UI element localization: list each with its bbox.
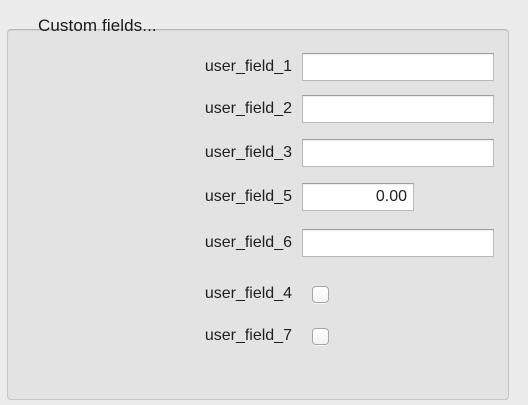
user-field-2-input[interactable] (302, 95, 494, 123)
field-row-user-field-7: user_field_7 (0, 322, 528, 352)
field-row-user-field-5: user_field_5 (0, 183, 528, 213)
field-label: user_field_2 (204, 100, 292, 117)
custom-fields-panel: Custom fields... user_field_1 user_field… (0, 0, 528, 405)
field-row-user-field-3: user_field_3 (0, 139, 528, 169)
field-label: user_field_5 (204, 188, 292, 205)
field-row-user-field-4: user_field_4 (0, 280, 528, 310)
user-field-6-input[interactable] (302, 229, 494, 257)
field-label: user_field_1 (204, 58, 292, 75)
user-field-5-number-input[interactable] (302, 183, 414, 211)
field-label: user_field_6 (204, 234, 292, 251)
field-label: user_field_7 (204, 327, 292, 344)
field-label: user_field_4 (204, 285, 292, 302)
user-field-7-checkbox[interactable] (312, 328, 329, 345)
user-field-3-input[interactable] (302, 139, 494, 167)
group-title: Custom fields... (38, 16, 157, 35)
user-field-4-checkbox[interactable] (312, 286, 329, 303)
field-row-user-field-6: user_field_6 (0, 229, 528, 259)
field-label: user_field_3 (204, 144, 292, 161)
field-row-user-field-2: user_field_2 (0, 95, 528, 125)
field-row-user-field-1: user_field_1 (0, 53, 528, 83)
user-field-1-input[interactable] (302, 53, 494, 81)
